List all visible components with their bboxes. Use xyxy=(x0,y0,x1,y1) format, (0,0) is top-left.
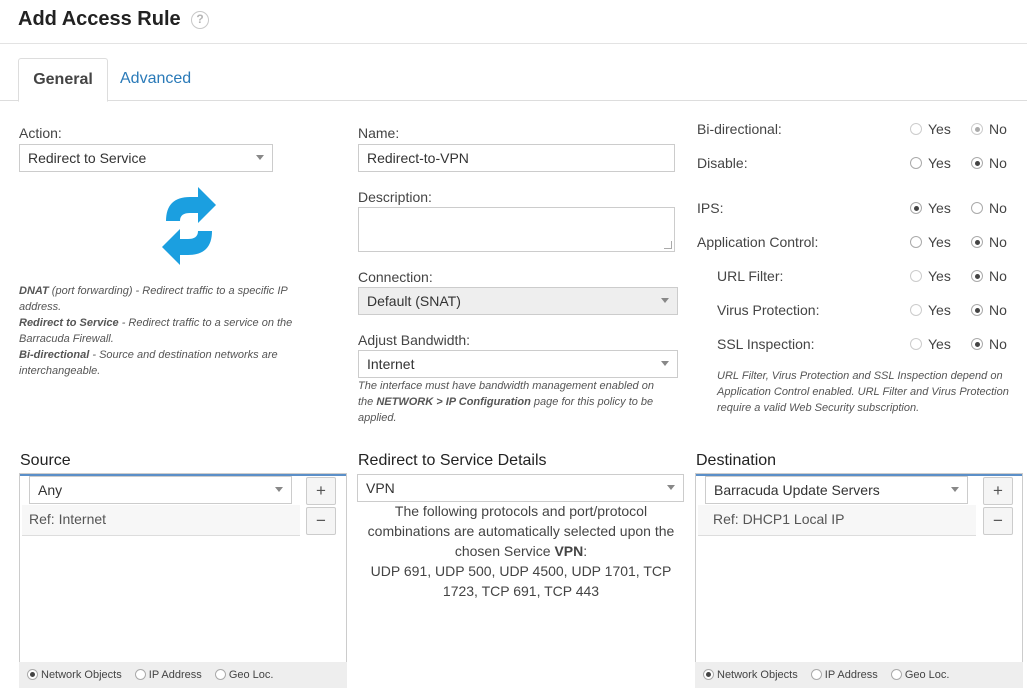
bidirectional-no[interactable]: No xyxy=(971,121,1007,137)
service-name: VPN xyxy=(554,543,584,559)
destination-ref-row[interactable]: Ref: DHCP1 Local IP xyxy=(698,505,976,536)
connection-select[interactable]: Default (SNAT) xyxy=(358,287,678,315)
source-type-network-objects[interactable]: Network Objects xyxy=(27,668,122,681)
connection-label: Connection: xyxy=(358,269,433,285)
action-select-value: Redirect to Service xyxy=(28,150,147,166)
chevron-down-icon xyxy=(667,485,675,490)
virus-yes[interactable]: Yes xyxy=(910,302,951,318)
description-textarea[interactable] xyxy=(358,207,675,252)
service-description: The following protocols and port/protoco… xyxy=(367,503,675,559)
destination-title: Destination xyxy=(696,452,777,469)
destination-type-network-objects[interactable]: Network Objects xyxy=(703,668,798,681)
tab-bar: General Advanced xyxy=(0,56,1027,102)
virus-no[interactable]: No xyxy=(971,302,1007,318)
name-label: Name: xyxy=(358,125,400,141)
action-help-text: DNAT (port forwarding) - Redirect traffi… xyxy=(19,285,293,377)
bidirectional-label: Bi-directional: xyxy=(697,121,782,137)
bandwidth-help-text: The interface must have bandwidth manage… xyxy=(358,380,654,424)
destination-type-selector: Network Objects IP Address Geo Loc. xyxy=(695,662,1023,688)
destination-type-geo-loc[interactable]: Geo Loc. xyxy=(890,668,949,681)
ips-no[interactable]: No xyxy=(971,200,1007,216)
tab-advanced[interactable]: Advanced xyxy=(120,58,191,102)
destination-remove-button[interactable]: − xyxy=(983,507,1013,535)
virus-label: Virus Protection: xyxy=(717,302,820,318)
help-term-dnat: DNAT xyxy=(19,285,49,297)
disable-no[interactable]: No xyxy=(971,155,1007,171)
description-label: Description: xyxy=(358,189,432,205)
ips-yes[interactable]: Yes xyxy=(910,200,951,216)
page-title: Add Access Rule xyxy=(18,8,181,30)
url-filter-no[interactable]: No xyxy=(971,268,1007,284)
url-filter-yes[interactable]: Yes xyxy=(910,268,951,284)
service-select[interactable]: VPN xyxy=(357,474,684,502)
ssl-label: SSL Inspection: xyxy=(717,336,815,352)
source-select[interactable]: Any xyxy=(29,476,292,504)
bandwidth-select[interactable]: Internet xyxy=(358,350,678,378)
ips-label: IPS: xyxy=(697,200,724,216)
chevron-down-icon xyxy=(256,155,264,160)
destination-type-ip-address[interactable]: IP Address xyxy=(810,668,878,681)
source-type-ip-address[interactable]: IP Address xyxy=(134,668,202,681)
source-add-button[interactable]: + xyxy=(306,477,336,505)
url-filter-label: URL Filter: xyxy=(717,268,784,284)
source-remove-button[interactable]: − xyxy=(306,507,336,535)
service-title: Redirect to Service Details xyxy=(358,452,547,469)
action-select[interactable]: Redirect to Service xyxy=(19,144,273,172)
chevron-down-icon xyxy=(275,487,283,492)
service-ports: UDP 691, UDP 500, UDP 4500, UDP 1701, TC… xyxy=(370,563,672,599)
source-title: Source xyxy=(20,452,71,469)
bidirectional-yes[interactable]: Yes xyxy=(910,121,951,137)
app-control-yes[interactable]: Yes xyxy=(910,234,951,250)
action-label: Action: xyxy=(19,125,62,141)
chevron-down-icon xyxy=(951,487,959,492)
chevron-down-icon xyxy=(661,298,669,303)
disable-label: Disable: xyxy=(697,155,748,171)
tab-general[interactable]: General xyxy=(18,58,108,102)
resize-grip-icon[interactable] xyxy=(664,241,672,249)
destination-add-button[interactable]: + xyxy=(983,477,1013,505)
page-header: Add Access Rule ? xyxy=(0,0,1027,44)
name-input[interactable] xyxy=(358,144,675,172)
options-note: URL Filter, Virus Protection and SSL Ins… xyxy=(717,370,1009,414)
source-ref-row[interactable]: Ref: Internet xyxy=(22,505,300,536)
redirect-arrows-icon xyxy=(162,187,216,265)
help-icon[interactable]: ? xyxy=(191,11,209,29)
source-type-geo-loc[interactable]: Geo Loc. xyxy=(214,668,273,681)
help-term-bidirectional: Bi-directional xyxy=(19,349,90,361)
destination-select[interactable]: Barracuda Update Servers xyxy=(705,476,968,504)
app-control-label: Application Control: xyxy=(697,234,819,250)
bandwidth-label: Adjust Bandwidth: xyxy=(358,332,471,348)
app-control-no[interactable]: No xyxy=(971,234,1007,250)
ssl-no[interactable]: No xyxy=(971,336,1007,352)
ssl-yes[interactable]: Yes xyxy=(910,336,951,352)
help-term-redirect: Redirect to Service xyxy=(19,317,119,329)
chevron-down-icon xyxy=(661,361,669,366)
source-type-selector: Network Objects IP Address Geo Loc. xyxy=(19,662,347,688)
disable-yes[interactable]: Yes xyxy=(910,155,951,171)
